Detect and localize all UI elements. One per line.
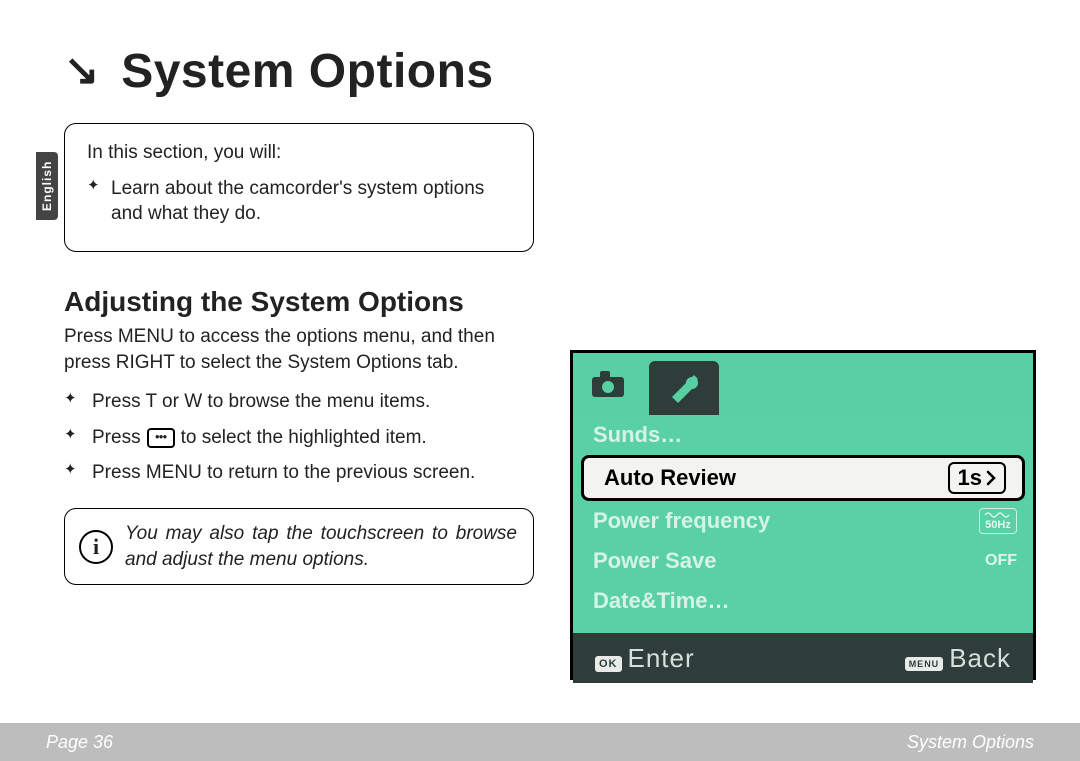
section-lead: In this section, you will: <box>87 140 511 166</box>
device-screenshot: Sunds… Auto Review 1s Power frequency 50… <box>570 350 1036 680</box>
menu-label: Date&Time… <box>593 588 730 614</box>
menu-item-power-frequency[interactable]: Power frequency 50Hz <box>573 501 1033 541</box>
chevron-right-icon <box>986 470 996 486</box>
info-icon: i <box>79 530 113 564</box>
section-overview-box: In this section, you will: Learn about t… <box>64 123 534 252</box>
title-row: ↘ System Options <box>64 44 1040 99</box>
record-button-icon <box>147 428 175 448</box>
device-menu: Sunds… Auto Review 1s Power frequency 50… <box>573 415 1033 633</box>
page-footer: Page 36 System Options <box>0 723 1080 761</box>
menu-label: Auto Review <box>604 465 736 491</box>
manual-page: English ↘ System Options In this section… <box>0 0 1080 761</box>
section-bullets: Learn about the camcorder's system optio… <box>87 176 511 227</box>
subheading: Adjusting the System Options <box>64 286 1040 318</box>
device-footer: OKEnter MENUBack <box>573 633 1033 683</box>
language-tab: English <box>36 152 58 220</box>
menu-label: Power Save <box>593 548 717 574</box>
menu-label: Sunds… <box>593 422 682 448</box>
footer-back: MENUBack <box>905 643 1011 674</box>
menu-item-power-save[interactable]: Power Save OFF <box>573 541 1033 581</box>
ok-key-icon: OK <box>595 656 622 672</box>
menu-value: 1s <box>958 465 982 491</box>
steps-list: Press T or W to browse the menu items. P… <box>64 389 534 486</box>
tip-text: You may also tap the touchscreen to brow… <box>125 523 517 570</box>
step-item: Press T or W to browse the menu items. <box>64 389 534 415</box>
page-title: System Options <box>121 44 493 99</box>
intro-paragraph: Press MENU to access the options menu, a… <box>64 324 534 375</box>
menu-value: OFF <box>985 552 1017 570</box>
wrench-icon <box>664 371 704 405</box>
wave-icon <box>984 511 1012 519</box>
menu-item-sounds[interactable]: Sunds… <box>573 415 1033 455</box>
menu-item-auto-review[interactable]: Auto Review 1s <box>581 455 1025 501</box>
tab-settings[interactable] <box>649 361 719 415</box>
menu-key-icon: MENU <box>905 657 944 671</box>
menu-label: Power frequency <box>593 508 770 534</box>
footer-enter: OKEnter <box>595 643 695 674</box>
camera-icon <box>590 369 626 399</box>
step-text-b: to select the highlighted item. <box>181 425 427 451</box>
arrow-down-right-icon: ↘ <box>64 45 99 94</box>
footer-page-number: Page 36 <box>46 732 113 753</box>
tip-box: i You may also tap the touchscreen to br… <box>64 508 534 585</box>
menu-value-badge: 1s <box>948 462 1006 494</box>
section-bullet: Learn about the camcorder's system optio… <box>111 176 511 227</box>
menu-item-date-time[interactable]: Date&Time… <box>573 581 1033 621</box>
device-tab-bar <box>573 353 1033 415</box>
menu-value: 50Hz <box>979 508 1017 534</box>
footer-section-name: System Options <box>907 732 1034 753</box>
step-item: Press to select the highlighted item. <box>64 425 534 451</box>
tab-camera[interactable] <box>573 353 643 415</box>
step-text-a: Press <box>92 425 141 451</box>
step-item: Press MENU to return to the previous scr… <box>64 460 534 486</box>
